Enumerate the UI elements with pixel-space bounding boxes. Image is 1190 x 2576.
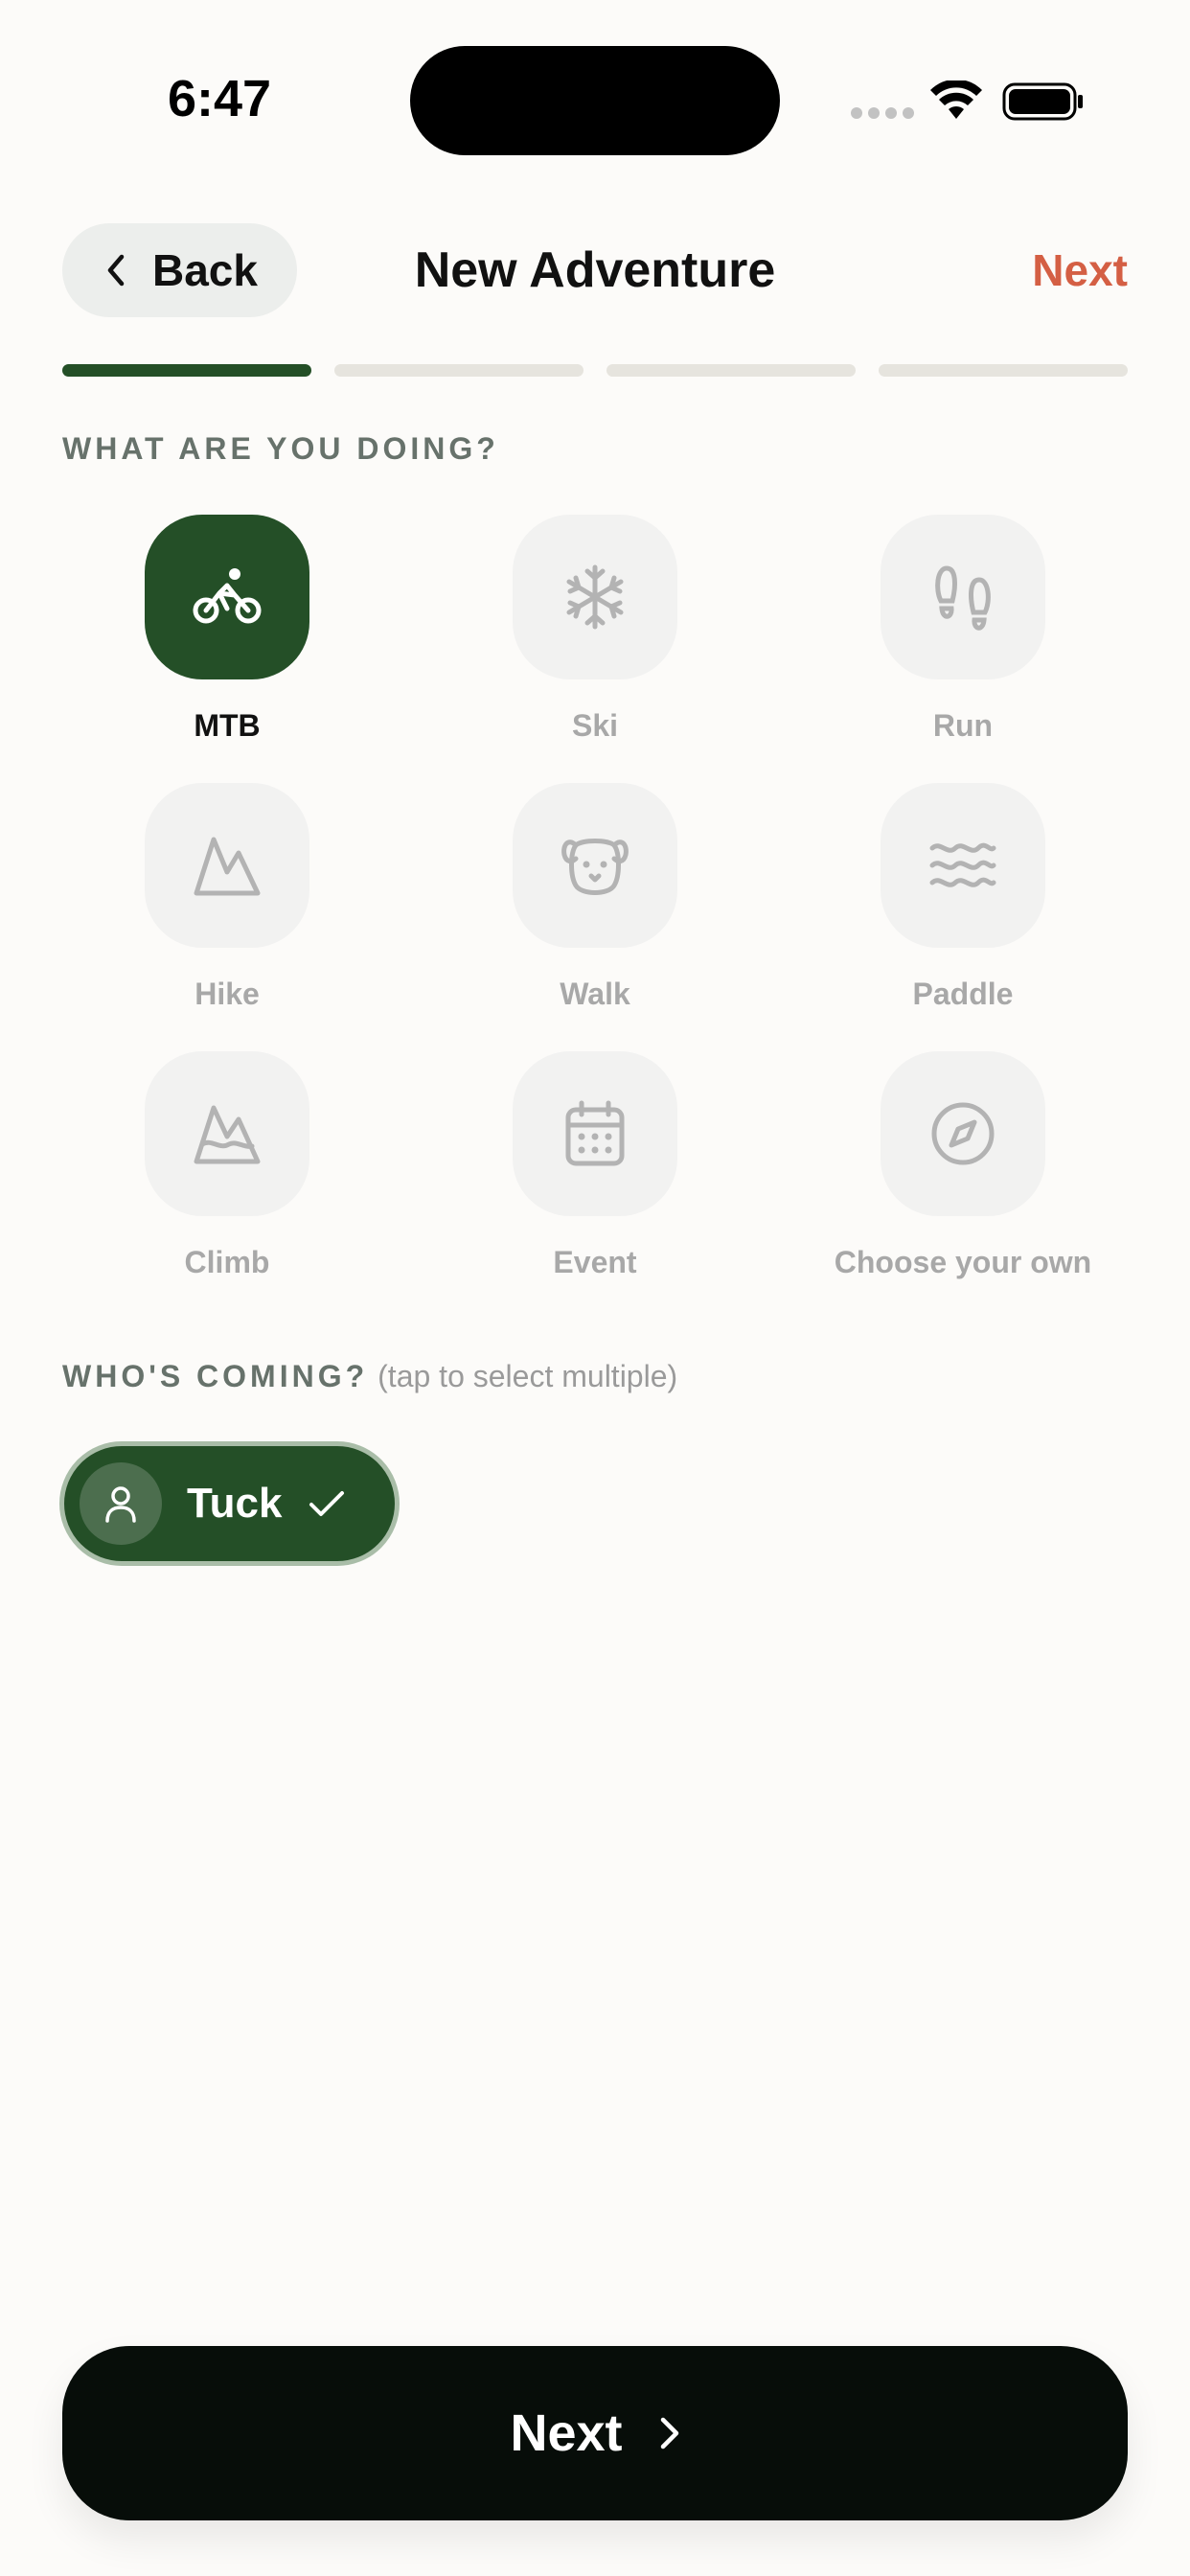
companion-chip-tuck[interactable]: Tuck [59,1441,400,1566]
activity-label: MTB [194,708,261,743]
activity-event[interactable]: Event [411,1051,779,1280]
activity-label: Ski [571,708,619,743]
companions-hint: (tap to select multiple) [378,1359,678,1393]
activity-paddle[interactable]: Paddle [779,783,1147,1012]
activity-tile [881,515,1045,679]
activity-tile [145,783,309,948]
activity-ski[interactable]: Ski [411,515,779,744]
user-icon [105,1486,136,1523]
progress-step-2 [334,364,584,377]
status-time: 6:47 [168,70,272,127]
chevron-right-icon [660,2417,678,2450]
calendar-icon [565,1100,625,1166]
waves-icon [929,842,996,887]
companions-section-heading: WHO'S COMING? (tap to select multiple) [62,1359,677,1394]
cellular-signal-icon [851,107,914,119]
checkmark-icon [309,1491,345,1516]
activity-tile [513,1051,677,1216]
step-progress [62,364,1128,377]
activity-tile [513,515,677,679]
mountain-icon [194,837,261,896]
activity-section-heading: WHAT ARE YOU DOING? [62,431,499,466]
activity-label: Event [553,1245,637,1279]
activity-label: Choose your own [834,1245,1092,1279]
progress-step-1 [62,364,311,377]
footprints-icon [935,565,991,631]
snowflake-icon [566,564,624,630]
compass-icon [931,1102,995,1165]
activity-label: Climb [184,1245,270,1279]
nav-next-link[interactable]: Next [1032,244,1128,296]
next-button-label: Next [510,2404,623,2462]
wifi-icon [930,80,982,119]
activity-walk[interactable]: Walk [411,783,779,1012]
dynamic-island [410,46,780,155]
next-button[interactable]: Next [62,2346,1128,2520]
avatar [80,1462,162,1545]
bike-icon [193,568,262,624]
battery-icon [1002,82,1083,121]
activity-tile [145,515,309,679]
activity-label: Run [932,708,994,743]
companions-heading-text: WHO'S COMING? [62,1359,369,1393]
activity-label: Walk [560,977,630,1011]
activity-tile [145,1051,309,1216]
dog-icon [561,839,629,895]
page-title: New Adventure [414,242,776,298]
activity-tile [881,783,1045,948]
companion-name: Tuck [187,1480,283,1527]
activity-climb[interactable]: Climb [43,1051,411,1280]
activity-tile [881,1051,1045,1216]
progress-step-4 [879,364,1128,377]
activity-label: Paddle [912,977,1014,1011]
activity-run[interactable]: Run [779,515,1147,744]
activity-tile [513,783,677,948]
activity-hike[interactable]: Hike [43,783,411,1012]
mountain-snow-icon [194,1105,261,1164]
progress-step-3 [606,364,856,377]
activity-label: Hike [195,977,260,1011]
activity-mtb[interactable]: MTB [43,515,411,744]
activity-choose-your-own[interactable]: Choose your own [779,1051,1147,1280]
